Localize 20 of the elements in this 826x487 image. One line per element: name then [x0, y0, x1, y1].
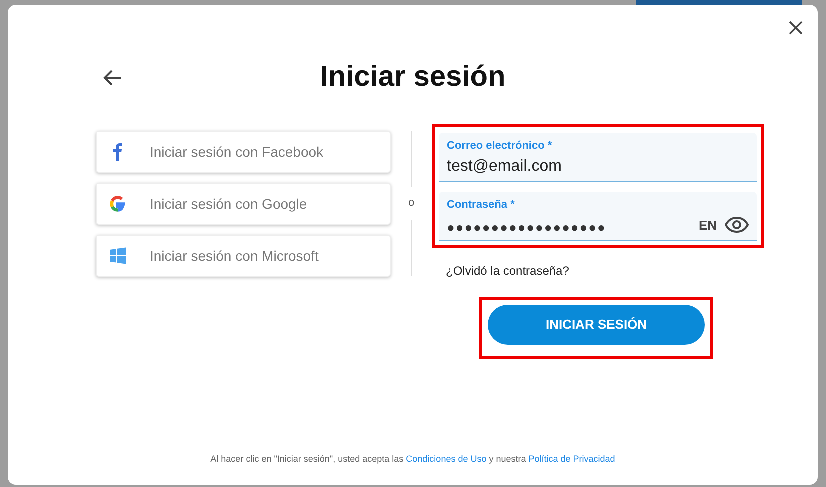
- facebook-login-button[interactable]: Iniciar sesión con Facebook: [96, 131, 391, 173]
- forgot-password-link[interactable]: ¿Olvidó la contraseña?: [446, 262, 570, 280]
- terms-notice: Al hacer clic en "Iniciar sesión", usted acepta las Condiciones de Uso y nuestra Política de Privacidad: [210, 453, 616, 466]
- language-indicator: EN: [698, 216, 717, 234]
- login-button[interactable]: INICIAR SESIÓN: [488, 305, 705, 345]
- password-field[interactable]: Contraseña * ●●●●●●●●●●●●●●●●●● EN: [439, 192, 757, 241]
- show-password-eye-icon[interactable]: [725, 217, 749, 234]
- legal-link[interactable]: Política de Privacidad: [528, 454, 616, 464]
- separator-text: o: [408, 196, 415, 211]
- microsoft-login-button[interactable]: Iniciar sesión con Microsoft: [96, 235, 391, 277]
- masked-password: ●●●●●●●●●●●●●●●●●●: [447, 218, 608, 236]
- legal-link[interactable]: Condiciones de Uso: [406, 454, 487, 464]
- field-label: Contraseña *: [447, 198, 516, 213]
- google-login-button[interactable]: Iniciar sesión con Google: [96, 183, 391, 225]
- google-icon: [108, 194, 128, 214]
- dialog-title: Iniciar sesión: [320, 60, 506, 94]
- field-value: test@email.com: [447, 156, 563, 176]
- email-field[interactable]: Correo electrónico * test@email.com: [439, 133, 757, 182]
- field-label: Correo electrónico *: [447, 139, 554, 154]
- windows-icon: [108, 246, 128, 266]
